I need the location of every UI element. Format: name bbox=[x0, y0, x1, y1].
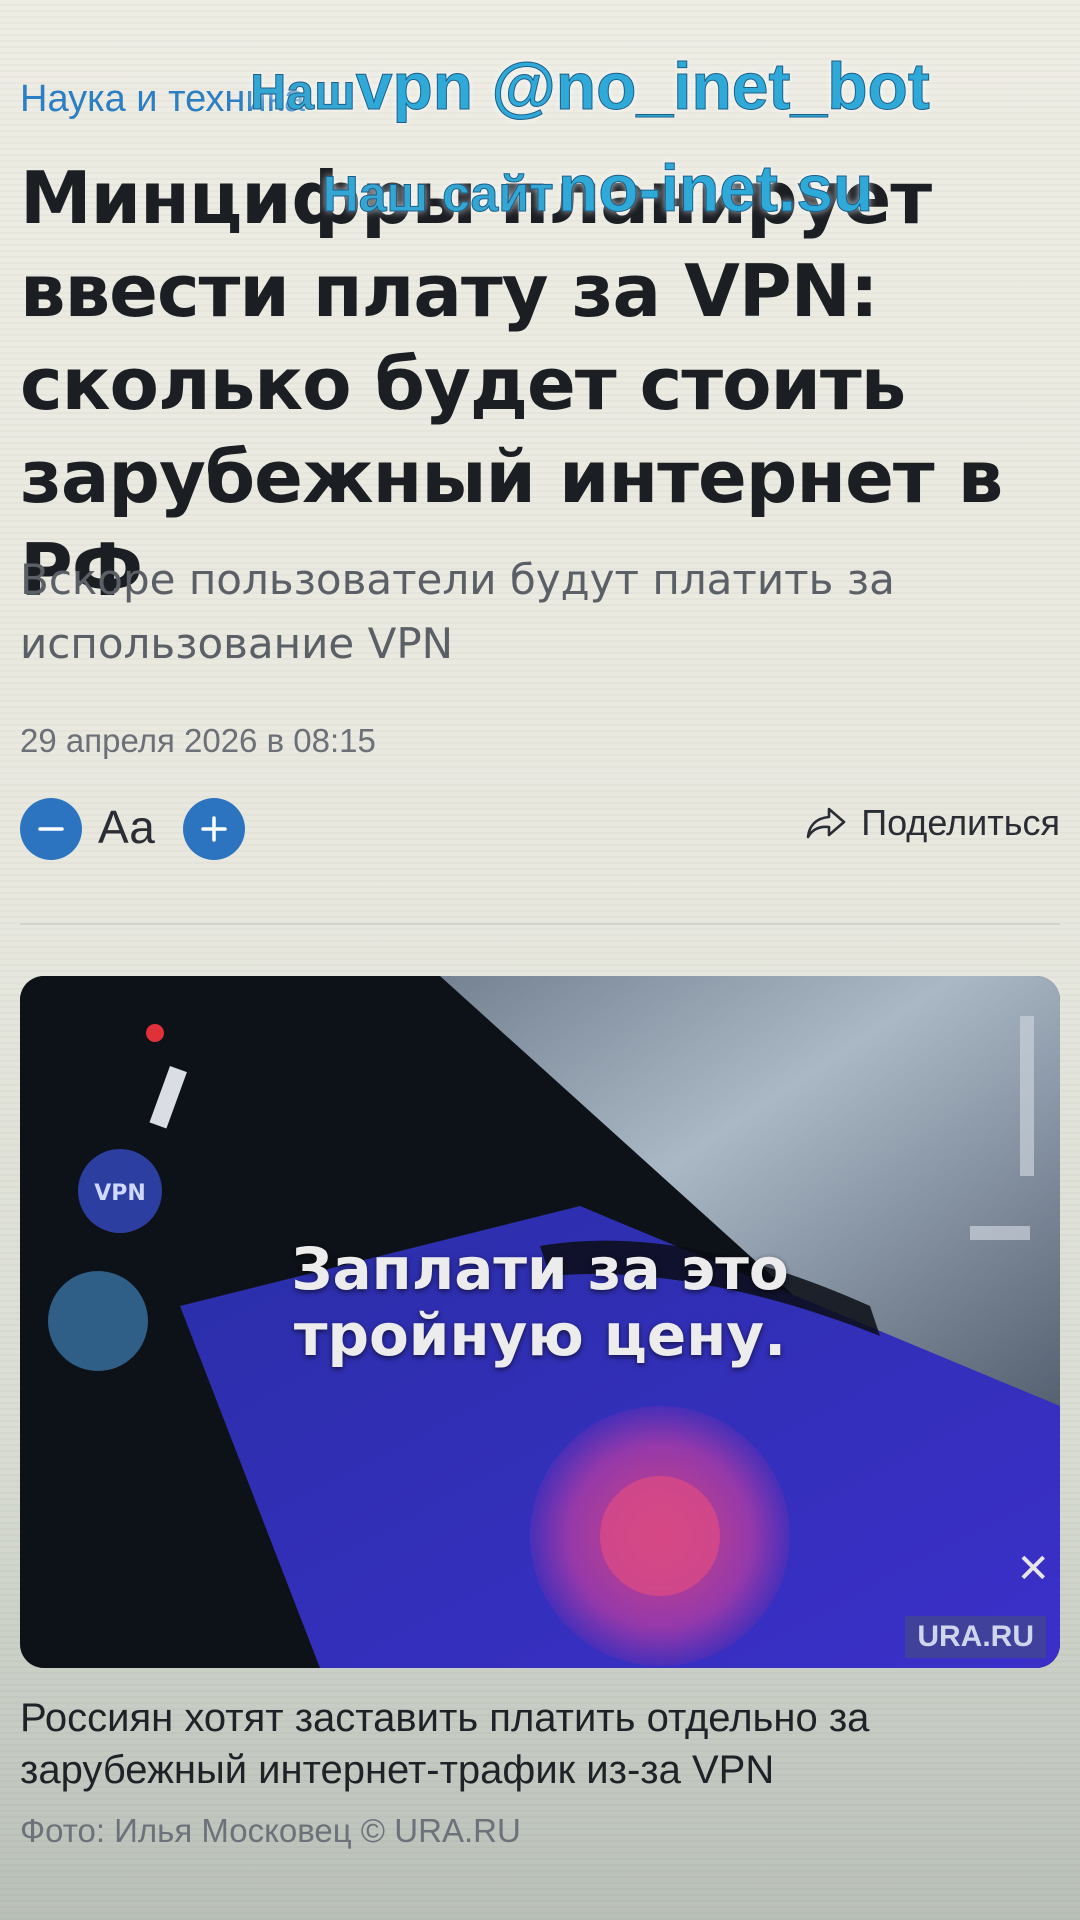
photo-text-line2: тройную цену. bbox=[293, 1301, 787, 1369]
article-lead: Вскоре пользователи будут платить за исп… bbox=[20, 555, 895, 668]
promo-prefix-2: Наш сайт bbox=[322, 166, 554, 223]
share-arrow-icon bbox=[806, 807, 846, 839]
font-size-label: Аа bbox=[98, 801, 155, 853]
promo-overlay-line1: Нашvpn @no_inet_bot bbox=[0, 48, 1080, 124]
photo-overlay-text: Заплати за это тройную цену. bbox=[20, 1236, 1060, 1368]
increase-font-button[interactable] bbox=[183, 798, 245, 860]
vpn-app-icon-label: VPN bbox=[94, 1181, 146, 1206]
close-icon[interactable]: ✕ bbox=[1016, 1546, 1050, 1592]
minus-icon bbox=[38, 827, 64, 831]
divider bbox=[20, 923, 1060, 925]
promo-site: no-inet.su bbox=[558, 151, 874, 226]
photo-credit: Фото: Илья Московец © URA.RU bbox=[20, 1812, 521, 1849]
promo-bot-handle: vpn @no_inet_bot bbox=[355, 49, 930, 124]
plus-icon bbox=[201, 816, 227, 842]
promo-overlay-line2: Наш сайт no-inet.su bbox=[0, 150, 1080, 226]
share-label: Поделиться bbox=[861, 802, 1060, 843]
promo-prefix-1: Наш bbox=[250, 64, 357, 121]
article-toolbar: Аа Поделиться bbox=[20, 796, 1060, 860]
photo-caption: Россиян хотят заставить платить отдельно… bbox=[20, 1696, 870, 1792]
photo-text-line1: Заплати за это bbox=[291, 1235, 789, 1303]
share-button[interactable]: Поделиться bbox=[805, 802, 1060, 844]
publish-date: 29 апреля 2026 в 08:15 bbox=[20, 722, 376, 759]
article-photo[interactable]: VPN Заплати за это тройную цену. ✕ URA.R… bbox=[20, 976, 1060, 1668]
decrease-font-button[interactable] bbox=[20, 798, 82, 860]
photo-watermark: URA.RU bbox=[905, 1616, 1046, 1658]
